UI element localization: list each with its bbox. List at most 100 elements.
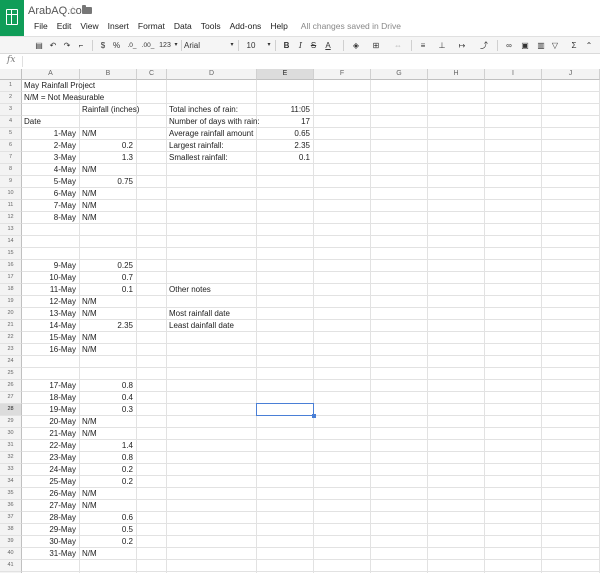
selected-cell-cursor[interactable] xyxy=(256,403,316,418)
row-header-26[interactable]: 26 xyxy=(0,380,22,392)
cell-a20[interactable]: 13-May xyxy=(22,308,76,320)
row-header-32[interactable]: 32 xyxy=(0,452,22,464)
cell-e5[interactable]: 0.65 xyxy=(257,128,310,140)
cell-b29[interactable]: N/M xyxy=(82,416,97,428)
redo-icon[interactable]: ↷ xyxy=(62,39,72,52)
cell-e7[interactable]: 0.1 xyxy=(257,152,310,164)
cell-b21[interactable]: 2.35 xyxy=(80,320,133,332)
menu-edit[interactable]: Edit xyxy=(57,21,72,31)
cell-a1[interactable]: May Rainfall Project xyxy=(24,80,95,92)
cell-d21[interactable]: Least dainfall date xyxy=(169,320,234,332)
cell-b36[interactable]: N/M xyxy=(82,500,97,512)
cell-b31[interactable]: 1.4 xyxy=(80,440,133,452)
row-header-3[interactable]: 3 xyxy=(0,104,22,116)
cell-a38[interactable]: 29-May xyxy=(22,524,76,536)
cell-a7[interactable]: 3-May xyxy=(22,152,76,164)
cell-b32[interactable]: 0.8 xyxy=(80,452,133,464)
chart-icon[interactable]: ▥ xyxy=(536,39,546,52)
text-rotation-icon[interactable]: ⤴ xyxy=(478,39,490,52)
text-wrap-icon[interactable]: ↦ xyxy=(456,39,468,52)
borders-icon[interactable]: ⊞ xyxy=(370,39,382,52)
row-header-6[interactable]: 6 xyxy=(0,140,22,152)
row-header-14[interactable]: 14 xyxy=(0,236,22,248)
menu-insert[interactable]: Insert xyxy=(108,21,129,31)
row-header-25[interactable]: 25 xyxy=(0,368,22,380)
row-header-11[interactable]: 11 xyxy=(0,200,22,212)
more-formats-button[interactable]: 123 xyxy=(157,39,173,52)
cell-e6[interactable]: 2.35 xyxy=(257,140,310,152)
cell-a28[interactable]: 19-May xyxy=(22,404,76,416)
sheets-logo-icon[interactable] xyxy=(0,0,24,36)
save-status[interactable]: All changes saved in Drive xyxy=(301,21,401,31)
row-header-31[interactable]: 31 xyxy=(0,440,22,452)
undo-icon[interactable]: ↶ xyxy=(48,39,58,52)
cell-e4[interactable]: 17 xyxy=(257,116,310,128)
text-color-button[interactable]: A xyxy=(323,39,333,52)
cell-a10[interactable]: 6-May xyxy=(22,188,76,200)
cell-b39[interactable]: 0.2 xyxy=(80,536,133,548)
cell-b37[interactable]: 0.6 xyxy=(80,512,133,524)
cell-b40[interactable]: N/M xyxy=(82,548,97,560)
cell-b17[interactable]: 0.7 xyxy=(80,272,133,284)
font-size-select[interactable]: 10 xyxy=(243,39,259,52)
select-all-corner[interactable] xyxy=(0,69,22,80)
chevron-down-icon[interactable]: ▾ xyxy=(266,39,272,52)
cell-b3[interactable]: Rainfall (inches) xyxy=(82,104,139,116)
column-header-b[interactable]: B xyxy=(80,69,137,80)
cell-a29[interactable]: 20-May xyxy=(22,416,76,428)
cell-a23[interactable]: 16-May xyxy=(22,344,76,356)
cell-a6[interactable]: 2-May xyxy=(22,140,76,152)
column-header-f[interactable]: F xyxy=(314,69,371,80)
row-header-27[interactable]: 27 xyxy=(0,392,22,404)
row-header-33[interactable]: 33 xyxy=(0,464,22,476)
cell-b20[interactable]: N/M xyxy=(82,308,97,320)
cell-b28[interactable]: 0.3 xyxy=(80,404,133,416)
row-header-1[interactable]: 1 xyxy=(0,80,22,92)
cell-b7[interactable]: 1.3 xyxy=(80,152,133,164)
cell-d18[interactable]: Other notes xyxy=(169,284,211,296)
menu-format[interactable]: Format xyxy=(138,21,165,31)
row-header-28[interactable]: 28 xyxy=(0,404,22,416)
menu-help[interactable]: Help xyxy=(270,21,287,31)
row-header-7[interactable]: 7 xyxy=(0,152,22,164)
cell-a8[interactable]: 4-May xyxy=(22,164,76,176)
cell-b27[interactable]: 0.4 xyxy=(80,392,133,404)
cell-a40[interactable]: 31-May xyxy=(22,548,76,560)
row-header-2[interactable]: 2 xyxy=(0,92,22,104)
row-header-38[interactable]: 38 xyxy=(0,524,22,536)
column-header-e[interactable]: E xyxy=(257,69,314,80)
cell-a35[interactable]: 26-May xyxy=(22,488,76,500)
functions-icon[interactable]: Σ xyxy=(569,39,579,52)
menu-file[interactable]: File xyxy=(34,21,48,31)
cell-b19[interactable]: N/M xyxy=(82,296,97,308)
row-header-5[interactable]: 5 xyxy=(0,128,22,140)
cell-a9[interactable]: 5-May xyxy=(22,176,76,188)
bold-button[interactable]: B xyxy=(282,39,291,52)
chevron-down-icon[interactable]: ▾ xyxy=(173,39,179,52)
cell-a12[interactable]: 8-May xyxy=(22,212,76,224)
cell-b5[interactable]: N/M xyxy=(82,128,97,140)
cell-d4[interactable]: Number of days with rain: xyxy=(169,116,260,128)
cell-a22[interactable]: 15-May xyxy=(22,332,76,344)
cell-a11[interactable]: 7-May xyxy=(22,200,76,212)
cell-d3[interactable]: Total inches of rain: xyxy=(169,104,238,116)
cell-b33[interactable]: 0.2 xyxy=(80,464,133,476)
menu-tools[interactable]: Tools xyxy=(201,21,221,31)
cell-a32[interactable]: 23-May xyxy=(22,452,76,464)
row-header-13[interactable]: 13 xyxy=(0,224,22,236)
menu-data[interactable]: Data xyxy=(174,21,192,31)
percent-button[interactable]: % xyxy=(112,39,121,52)
row-header-37[interactable]: 37 xyxy=(0,512,22,524)
cell-b9[interactable]: 0.75 xyxy=(80,176,133,188)
row-header-22[interactable]: 22 xyxy=(0,332,22,344)
cell-b30[interactable]: N/M xyxy=(82,428,97,440)
menu-addons[interactable]: Add-ons xyxy=(230,21,262,31)
menu-view[interactable]: View xyxy=(80,21,98,31)
cell-d20[interactable]: Most rainfall date xyxy=(169,308,230,320)
collapse-icon[interactable]: ⌃ xyxy=(585,39,593,52)
folder-icon[interactable] xyxy=(82,5,92,14)
row-header-39[interactable]: 39 xyxy=(0,536,22,548)
cell-a36[interactable]: 27-May xyxy=(22,500,76,512)
cell-d7[interactable]: Smallest rainfall: xyxy=(169,152,228,164)
currency-button[interactable]: $ xyxy=(99,39,107,52)
